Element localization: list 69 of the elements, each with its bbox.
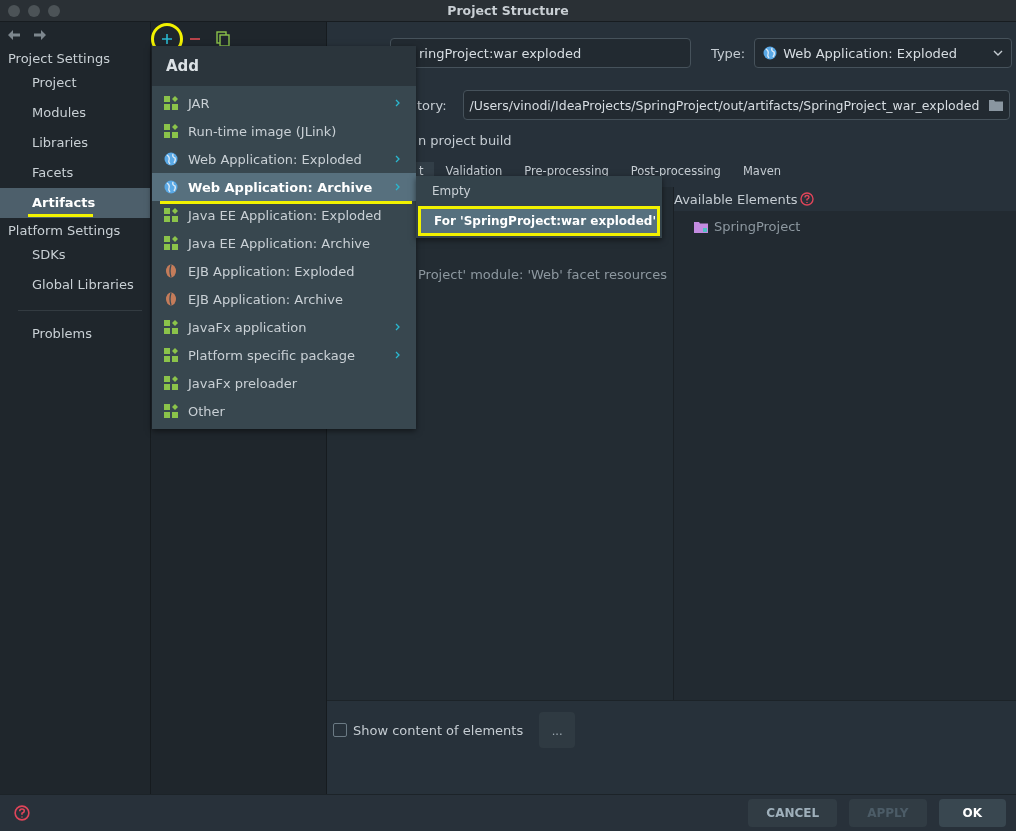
directory-field[interactable]: /Users/vinodi/IdeaProjects/SpringProject/out/artifacts/SpringProject_war_exploded xyxy=(462,90,1010,120)
type-label: Type: xyxy=(711,45,746,61)
window-control[interactable] xyxy=(48,4,60,17)
window-control[interactable] xyxy=(28,4,40,17)
menu-item[interactable]: JAR xyxy=(152,89,416,117)
menu-item[interactable]: Run-time image (JLink) xyxy=(152,117,416,145)
folder-icon xyxy=(694,220,708,233)
directory-label: tory: xyxy=(417,97,447,113)
help-icon[interactable] xyxy=(799,192,814,206)
sidebar-item[interactable]: Project xyxy=(0,68,150,98)
module-icon xyxy=(164,404,178,418)
module-icon xyxy=(164,320,178,334)
section-header: Platform Settings xyxy=(7,222,122,240)
checkbox[interactable] xyxy=(333,723,347,737)
checkbox-label: Show content of elements xyxy=(353,722,524,738)
build-label: n project build xyxy=(418,132,512,148)
dialog-button[interactable]: OK xyxy=(938,799,1006,827)
globe-icon xyxy=(164,180,178,194)
sidebar-item[interactable]: Problems xyxy=(0,319,150,349)
menu-item[interactable]: JavaFx application xyxy=(152,313,416,341)
help-icon[interactable] xyxy=(14,805,30,821)
sidebar-item[interactable]: Libraries xyxy=(0,128,150,158)
chevron-right-icon xyxy=(395,155,400,163)
plus-icon xyxy=(161,32,173,45)
chevron-right-icon xyxy=(395,323,400,331)
sidebar-item[interactable]: Global Libraries xyxy=(0,270,150,300)
chevron-right-icon xyxy=(395,99,400,107)
menu-item[interactable]: JavaFx preloader xyxy=(152,369,416,397)
module-icon xyxy=(164,208,178,222)
window-title: Project Structure xyxy=(447,3,569,18)
menu-item[interactable]: Other xyxy=(152,397,416,425)
type-dropdown[interactable]: Web Application: Exploded xyxy=(754,38,1013,68)
module-icon xyxy=(164,236,178,250)
menu-title: Add xyxy=(166,57,200,75)
menu-item[interactable]: Platform specific package xyxy=(152,341,416,369)
copy-icon[interactable] xyxy=(213,28,233,49)
section-header: Project Settings xyxy=(7,50,111,68)
sidebar-item[interactable]: Modules xyxy=(0,98,150,128)
menu-item[interactable]: EJB Application: Exploded xyxy=(152,257,416,285)
menu-item[interactable]: EJB Application: Archive xyxy=(152,285,416,313)
menu-item[interactable]: Web Application: Exploded xyxy=(152,145,416,173)
available-elements-header: Available Elements xyxy=(674,191,798,207)
module-icon xyxy=(164,348,178,362)
back-icon[interactable] xyxy=(8,30,20,40)
globe-icon xyxy=(763,46,778,60)
chevron-icon xyxy=(993,50,1004,56)
bean-icon xyxy=(164,292,178,306)
folder-icon[interactable] xyxy=(988,99,1003,111)
menu-item[interactable]: Web Application: Archive xyxy=(152,173,416,201)
chevron-right-icon xyxy=(395,351,400,359)
tab[interactable]: Maven xyxy=(742,161,792,180)
tree-item[interactable]: SpringProject xyxy=(714,219,801,234)
name-field[interactable]: ringProject:war exploded xyxy=(390,38,691,68)
module-icon xyxy=(164,124,178,138)
menu-item[interactable]: Java EE Application: Archive xyxy=(152,229,416,257)
sidebar-item[interactable]: Facets xyxy=(0,158,150,188)
menu-item[interactable]: For 'SpringProject:war exploded' xyxy=(418,206,660,236)
module-icon xyxy=(164,376,178,390)
sidebar-item[interactable]: Artifacts xyxy=(0,188,150,218)
sidebar-item[interactable]: SDKs xyxy=(0,240,150,270)
window-control[interactable] xyxy=(8,4,20,17)
dialog-button[interactable]: CANCEL xyxy=(748,799,838,827)
chevron-right-icon xyxy=(395,183,400,191)
menu-item[interactable]: Java EE Application: Exploded xyxy=(152,201,416,229)
globe-icon xyxy=(164,152,178,166)
forward-icon[interactable] xyxy=(34,30,46,40)
more-button[interactable]: ... xyxy=(539,712,576,748)
module-icon xyxy=(164,96,178,110)
bean-icon xyxy=(164,264,178,278)
